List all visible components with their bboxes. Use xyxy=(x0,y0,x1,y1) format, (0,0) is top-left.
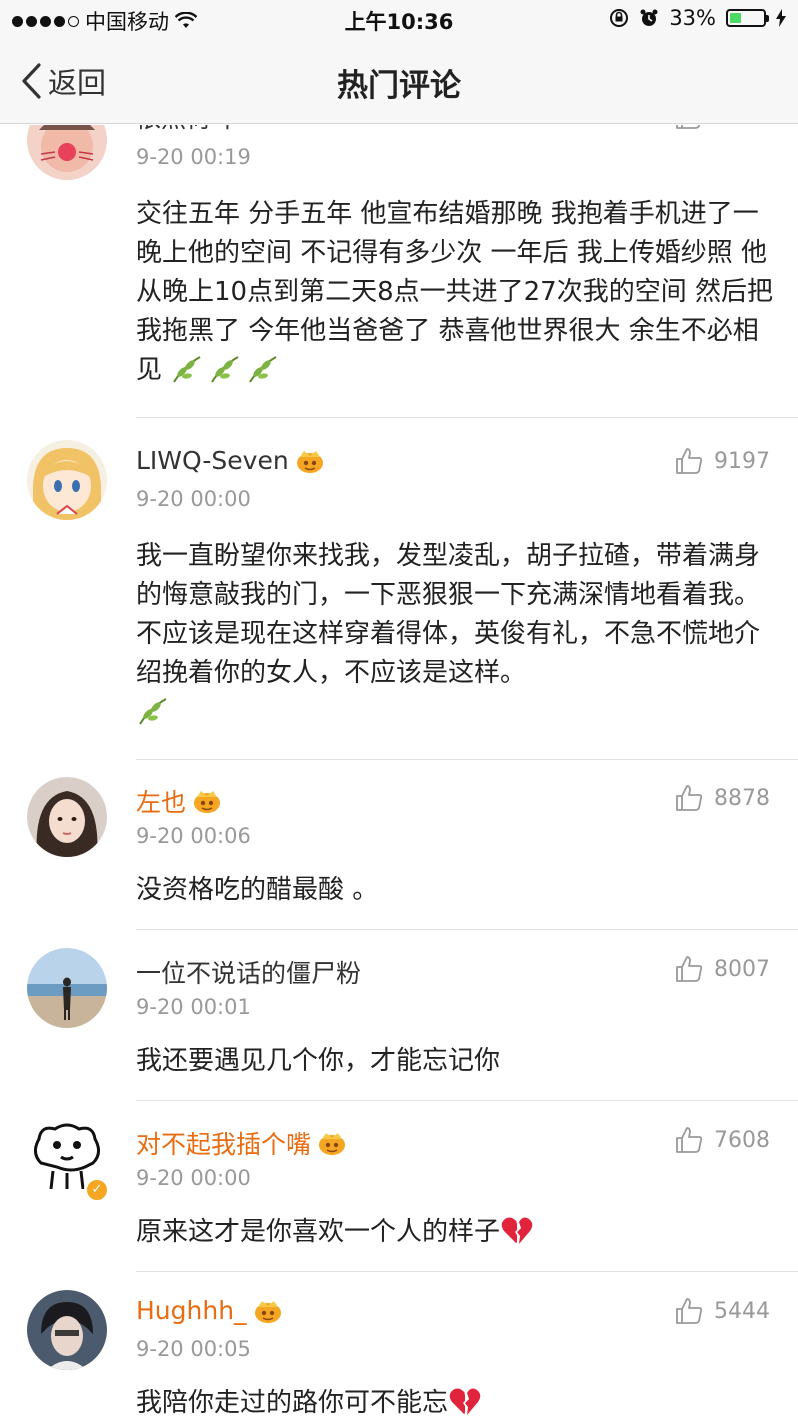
broken-heart-emoji xyxy=(449,1388,481,1416)
username[interactable]: 左也 xyxy=(136,783,222,819)
status-bar: 中国移动 上午10:36 33% xyxy=(0,0,798,40)
divider xyxy=(136,759,798,760)
avatar[interactable] xyxy=(27,777,107,857)
thumbs-up-icon xyxy=(676,956,703,982)
nav-bar: 返回 热门评论 xyxy=(0,40,798,124)
username-label: 左也 xyxy=(136,788,187,817)
like-count: 8007 xyxy=(714,956,770,982)
vip-crown-icon xyxy=(319,1133,346,1155)
comment-body: 原来这才是你喜欢一个人的样子 xyxy=(136,1217,501,1247)
comment-text: 我陪你走过的路你可不能忘 xyxy=(136,1384,776,1422)
comment-body: 我一直盼望你来找我，发型凌乱，胡子拉碴，带着满身的悔意敲我的门，一下恶狠狠一下充… xyxy=(136,541,761,688)
like-button[interactable]: 7608 xyxy=(674,1125,770,1155)
username-label: 对不起我插个嘴 xyxy=(136,1130,312,1159)
thumbs-up-icon xyxy=(676,125,701,129)
comment-text: 原来这才是你喜欢一个人的样子 xyxy=(136,1213,776,1252)
comment-time: 9-20 00:19 xyxy=(136,145,251,169)
leaf-emoji xyxy=(249,356,277,383)
leaf-emoji xyxy=(211,356,239,383)
comment-time: 9-20 00:06 xyxy=(136,824,251,848)
status-right: 33% xyxy=(609,6,786,30)
username-label: Hughhh_ xyxy=(136,1296,247,1325)
thumbs-up-icon xyxy=(676,1298,703,1324)
username-label: LIWQ-Seven xyxy=(136,446,289,475)
thumbs-up-icon xyxy=(676,1127,703,1153)
username[interactable]: 依然荷叶 xyxy=(136,125,236,135)
like-button[interactable]: 8007 xyxy=(674,954,770,984)
avatar[interactable] xyxy=(27,1290,107,1370)
comment-text: 我还要遇见几个你，才能忘记你 xyxy=(136,1046,501,1076)
comment-time: 9-20 00:00 xyxy=(136,487,251,511)
divider xyxy=(136,1100,798,1101)
comment-text: 没资格吃的醋最酸 。 xyxy=(136,875,379,905)
comment-time: 9-20 00:00 xyxy=(136,1166,251,1190)
vip-crown-icon xyxy=(194,791,221,813)
comment-text: 交往五年 分手五年 他宣布结婚那晚 我抱着手机进了一晚上他的空间 不记得有多少次… xyxy=(136,195,776,390)
avatar[interactable] xyxy=(27,125,107,180)
comment-body: 我陪你走过的路你可不能忘 xyxy=(136,1388,449,1418)
divider xyxy=(136,929,798,930)
comment-text: 我一直盼望你来找我，发型凌乱，胡子拉碴，带着满身的悔意敲我的门，一下恶狠狠一下充… xyxy=(136,537,776,732)
like-count: 9197 xyxy=(714,448,770,474)
username[interactable]: LIWQ-Seven xyxy=(136,446,325,475)
comment-time: 9-20 00:05 xyxy=(136,1337,251,1361)
divider xyxy=(136,1271,798,1272)
like-button[interactable]: 9197 xyxy=(674,446,770,476)
like-count: 7608 xyxy=(714,1127,770,1153)
divider xyxy=(136,417,798,418)
leaf-emoji xyxy=(173,356,201,383)
battery-percent: 33% xyxy=(669,6,716,30)
leaf-emoji xyxy=(139,698,167,725)
page-title: 热门评论 xyxy=(337,68,461,104)
username[interactable]: Hughhh_ xyxy=(136,1296,283,1325)
vip-crown-icon xyxy=(296,450,323,473)
thumbs-up-icon xyxy=(676,785,703,811)
comment-list[interactable]: 依然荷叶 8992 9-20 00:19 交往五年 分手五年 他宣布结婚那晚 我… xyxy=(0,125,798,1422)
comment-time: 9-20 00:01 xyxy=(136,995,251,1019)
like-button[interactable]: 8878 xyxy=(674,783,770,813)
thumbs-up-icon xyxy=(676,448,703,474)
username[interactable]: 一位不说话的僵尸粉 xyxy=(136,954,361,990)
broken-heart-emoji xyxy=(501,1217,533,1245)
avatar[interactable] xyxy=(27,440,107,520)
like-count: 8992 xyxy=(714,125,770,129)
vip-crown-icon xyxy=(254,1300,281,1323)
alarm-icon xyxy=(640,9,658,26)
like-button[interactable]: 5444 xyxy=(674,1296,770,1326)
avatar[interactable] xyxy=(27,948,107,1028)
username[interactable]: 对不起我插个嘴 xyxy=(136,1125,347,1161)
like-button[interactable]: 8992 xyxy=(674,125,770,131)
battery-icon xyxy=(726,9,769,27)
like-count: 5444 xyxy=(714,1298,770,1324)
orientation-lock-icon xyxy=(610,9,629,27)
charging-icon xyxy=(776,9,786,27)
verified-badge-icon: ✓ xyxy=(84,1177,110,1203)
like-count: 8878 xyxy=(714,785,770,811)
